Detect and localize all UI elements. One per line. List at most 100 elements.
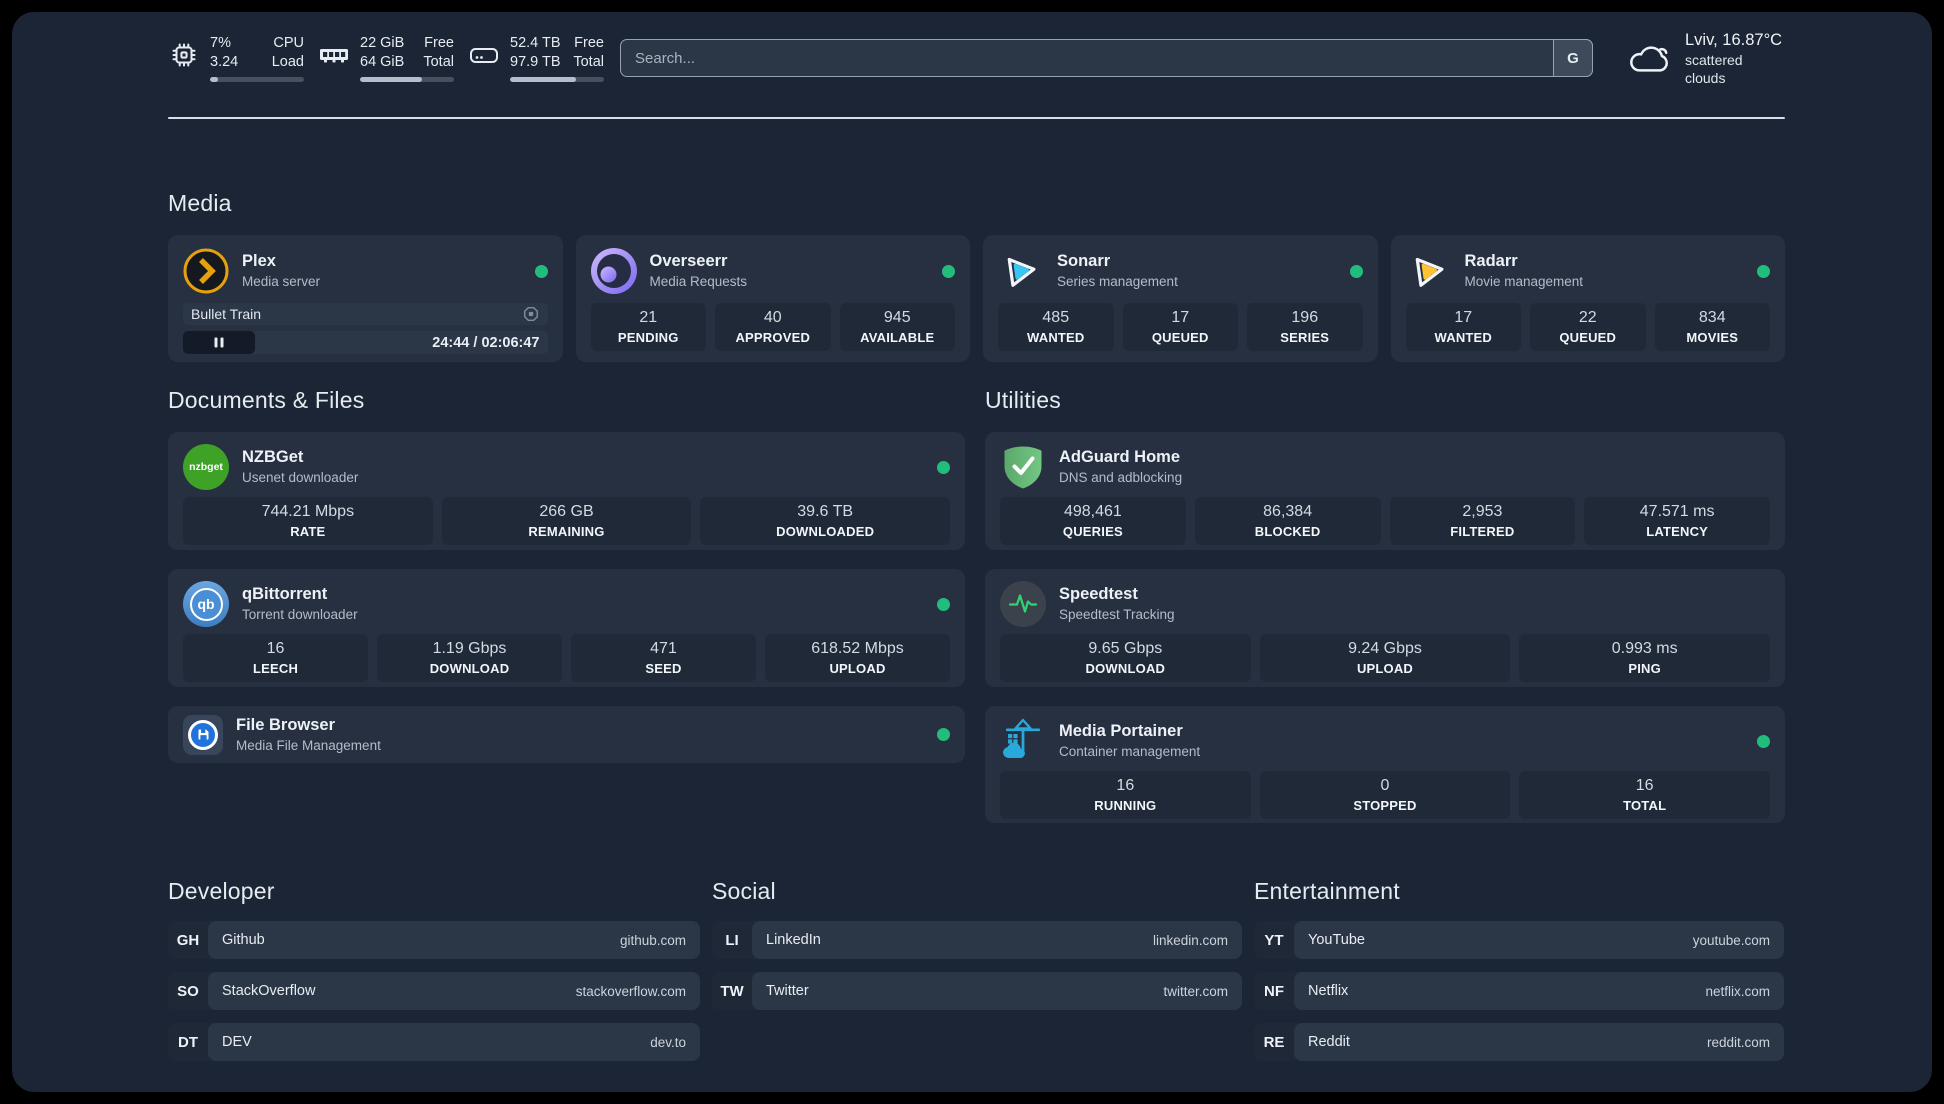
media-card-row: Plex Media server Bullet Train 24:44 / 0… bbox=[168, 235, 1785, 362]
link-url: reddit.com bbox=[1706, 1034, 1770, 1050]
stat-value: 17 bbox=[1171, 309, 1190, 326]
app-card-plex[interactable]: Plex Media server Bullet Train 24:44 / 0… bbox=[168, 235, 563, 362]
app-card-nzbget[interactable]: nzbget NZBGet Usenet downloader 744.21 M… bbox=[168, 432, 965, 550]
stat-tile: 498,461 QUERIES bbox=[1000, 497, 1186, 545]
link-pill: Reddit reddit.com bbox=[1294, 1023, 1784, 1061]
stat-tile: 196 SERIES bbox=[1247, 303, 1363, 351]
stat-tile: 2,953 FILTERED bbox=[1389, 497, 1576, 545]
search-input[interactable] bbox=[620, 39, 1593, 77]
link-row-twitter[interactable]: TW Twitter twitter.com bbox=[712, 972, 1242, 1010]
stat-value: 0.993 ms bbox=[1611, 640, 1678, 657]
stat-tile: 744.21 Mbps RATE bbox=[183, 497, 433, 545]
section-entertainment: Entertainment YT YouTube youtube.com NF … bbox=[1254, 877, 1784, 1074]
link-pill: Github github.com bbox=[208, 921, 700, 959]
stats-row: 16 RUNNING 0 STOPPED 16 TOTAL bbox=[1000, 771, 1770, 819]
stats-row: 744.21 Mbps RATE 266 GB REMAINING 39.6 T… bbox=[183, 497, 950, 545]
stat-tile: 16 LEECH bbox=[183, 634, 368, 682]
cpu-icon bbox=[168, 39, 200, 71]
weather-location: Lviv, 16.87°C bbox=[1685, 30, 1783, 49]
section-title-social: Social bbox=[712, 878, 776, 904]
link-row-github[interactable]: GH Github github.com bbox=[168, 921, 700, 959]
card-head: Overseerr Media Requests bbox=[590, 248, 955, 294]
card-title: Media Portainer bbox=[1059, 722, 1183, 740]
app-card-sonarr[interactable]: Sonarr Series management 485 WANTED 17 Q… bbox=[983, 235, 1378, 362]
search-engine-button[interactable]: G bbox=[1553, 39, 1593, 77]
section-utilities: Utilities AdGuard Home DNS and adblockin… bbox=[985, 386, 1785, 823]
stat-value: 22 bbox=[1578, 309, 1597, 326]
pause-button[interactable] bbox=[183, 331, 255, 354]
link-name: Twitter bbox=[766, 983, 809, 999]
storage-progressbar bbox=[510, 77, 604, 82]
link-row-reddit[interactable]: RE Reddit reddit.com bbox=[1254, 1023, 1784, 1061]
link-row-netflix[interactable]: NF Netflix netflix.com bbox=[1254, 972, 1784, 1010]
link-row-dev[interactable]: DT DEV dev.to bbox=[168, 1023, 700, 1061]
status-dot bbox=[534, 264, 548, 278]
card-subtitle: DNS and adblocking bbox=[1059, 470, 1183, 485]
stat-label: QUEUED bbox=[1559, 330, 1617, 345]
card-subtitle: Torrent downloader bbox=[242, 607, 358, 622]
status-dot bbox=[937, 728, 950, 741]
dashboard-content: 7% CPU 3.24 Load 22 GiB Free 64 GiB Tota… bbox=[168, 12, 1785, 1074]
cpu-load-value: 3.24 bbox=[210, 54, 239, 70]
stat-value: 21 bbox=[639, 309, 658, 326]
weather-text: Lviv, 16.87°C scattered clouds bbox=[1685, 30, 1785, 87]
app-card-speedtest[interactable]: Speedtest Speedtest Tracking 9.65 Gbps D… bbox=[985, 569, 1785, 687]
dashboard-panel: 7% CPU 3.24 Load 22 GiB Free 64 GiB Tota… bbox=[12, 12, 1932, 1092]
link-name: LinkedIn bbox=[766, 932, 821, 948]
session-icon[interactable] bbox=[522, 305, 540, 323]
stat-label: PING bbox=[1628, 661, 1661, 676]
stats-row: 9.65 Gbps DOWNLOAD 9.24 Gbps UPLOAD 0.99… bbox=[1000, 634, 1770, 682]
nzbget-icon: nzbget bbox=[183, 444, 229, 490]
pause-icon bbox=[214, 337, 224, 348]
link-name: YouTube bbox=[1308, 932, 1365, 948]
stat-value: 9.65 Gbps bbox=[1088, 640, 1163, 657]
stat-label: AVAILABLE bbox=[860, 330, 935, 345]
stat-label: FILTERED bbox=[1450, 524, 1515, 539]
storage-total-label: Total bbox=[573, 54, 604, 70]
card-subtitle: Media Requests bbox=[649, 274, 748, 289]
weather-condition: scattered clouds bbox=[1685, 51, 1743, 86]
weather-widget[interactable]: Lviv, 16.87°C scattered clouds bbox=[1627, 30, 1785, 87]
stat-value: 1.19 Gbps bbox=[432, 640, 507, 657]
link-name: DEV bbox=[222, 1034, 252, 1050]
card-titles: qBittorrent Torrent downloader bbox=[242, 584, 358, 624]
stat-value: 266 GB bbox=[539, 503, 594, 520]
stat-tile: 17 QUEUED bbox=[1122, 303, 1238, 351]
app-card-portainer[interactable]: Media Portainer Container management 16 … bbox=[985, 706, 1785, 823]
section-developer: Developer GH Github github.com SO StackO… bbox=[168, 877, 700, 1074]
link-row-linkedin[interactable]: LI LinkedIn linkedin.com bbox=[712, 921, 1242, 959]
card-head: nzbget NZBGet Usenet downloader bbox=[183, 444, 950, 490]
storage-free-label: Free bbox=[574, 35, 604, 51]
stat-value: 618.52 Mbps bbox=[811, 640, 904, 657]
link-row-youtube[interactable]: YT YouTube youtube.com bbox=[1254, 921, 1784, 959]
stat-value: 9.24 Gbps bbox=[1348, 640, 1422, 657]
card-head: Sonarr Series management bbox=[998, 248, 1363, 294]
stat-label: BLOCKED bbox=[1254, 524, 1321, 539]
card-subtitle: Media server bbox=[242, 274, 321, 289]
card-head: Media Portainer Container management bbox=[1000, 718, 1770, 764]
stat-value: 0 bbox=[1380, 777, 1390, 794]
section-media: Media Plex Media server Bullet Train 24:… bbox=[168, 189, 1785, 362]
stat-tile: 86,384 BLOCKED bbox=[1194, 497, 1381, 545]
app-card-qbittorrent[interactable]: qb qBittorrent Torrent downloader 16 LEE… bbox=[168, 569, 965, 687]
app-card-overseerr[interactable]: Overseerr Media Requests 21 PENDING 40 A… bbox=[575, 235, 970, 362]
app-card-radarr[interactable]: Radarr Movie management 17 WANTED 22 QUE… bbox=[1390, 235, 1785, 362]
link-url: netflix.com bbox=[1705, 983, 1770, 999]
app-card-adguard[interactable]: AdGuard Home DNS and adblocking 498,461 … bbox=[985, 432, 1785, 550]
links-grid: Developer GH Github github.com SO StackO… bbox=[168, 877, 1785, 1074]
qbittorrent-icon: qb bbox=[183, 581, 229, 627]
stat-tile: 266 GB REMAINING bbox=[441, 497, 692, 545]
stat-tile: 1.19 Gbps DOWNLOAD bbox=[377, 634, 562, 682]
card-title: File Browser bbox=[236, 715, 336, 734]
link-url: dev.to bbox=[650, 1034, 686, 1050]
stat-value: 16 bbox=[266, 640, 285, 657]
floppy-icon bbox=[198, 729, 208, 740]
stat-value: 40 bbox=[763, 309, 782, 326]
adguard-icon bbox=[1000, 444, 1046, 490]
card-titles: Sonarr Series management bbox=[1057, 251, 1178, 291]
stat-value: 196 bbox=[1291, 309, 1319, 326]
now-playing-title: Bullet Train bbox=[191, 306, 262, 322]
stat-tile: 47.571 ms LATENCY bbox=[1584, 497, 1770, 545]
link-row-stackoverflow[interactable]: SO StackOverflow stackoverflow.com bbox=[168, 972, 700, 1010]
app-card-filebrowser[interactable]: File Browser Media File Management bbox=[168, 706, 965, 763]
